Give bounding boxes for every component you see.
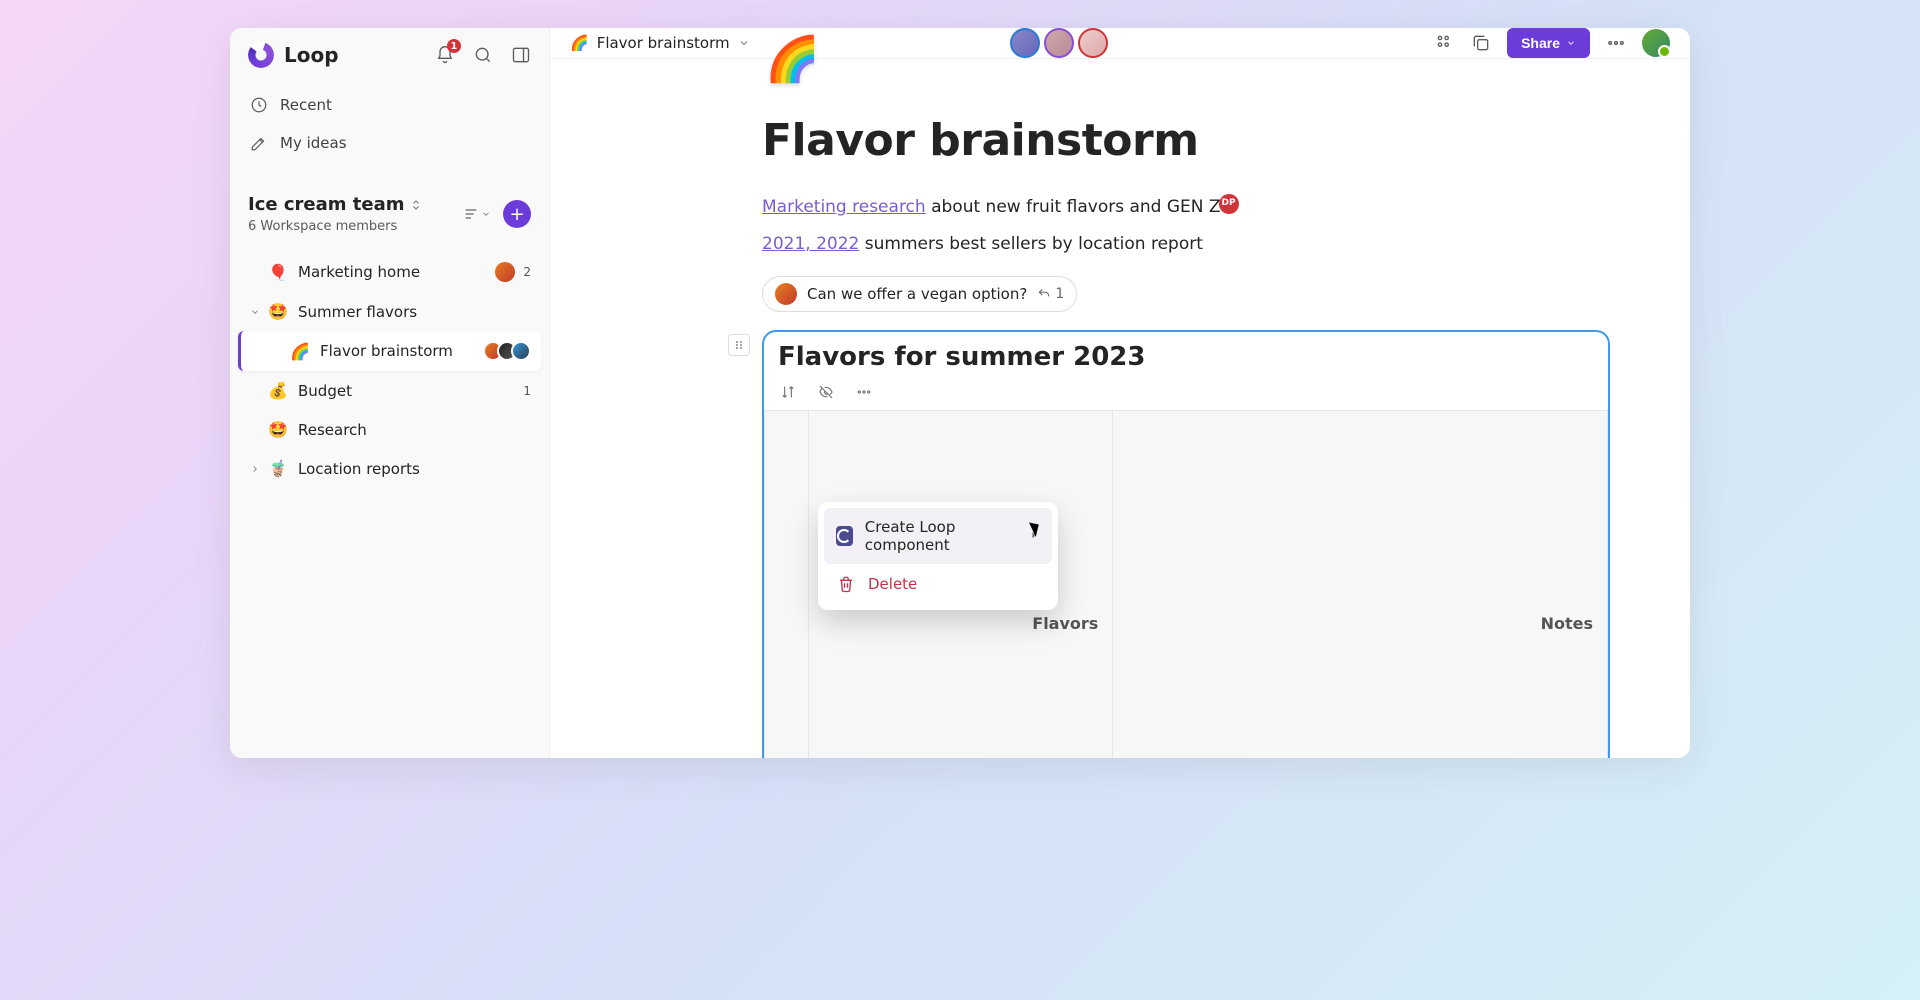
apps-button[interactable] bbox=[1435, 33, 1455, 53]
nav-label: My ideas bbox=[280, 134, 347, 152]
tree-item-budget[interactable]: 💰 Budget 1 bbox=[238, 371, 541, 410]
unread-count: 1 bbox=[523, 384, 531, 398]
panel-toggle-button[interactable] bbox=[511, 45, 531, 65]
grid-icon bbox=[1435, 33, 1455, 53]
page-title[interactable]: Flavor brainstorm bbox=[762, 115, 1610, 166]
chevron-updown-icon bbox=[410, 199, 422, 211]
trash-icon bbox=[836, 574, 856, 594]
page-emoji: 🌈 bbox=[290, 342, 310, 361]
nav-recent[interactable]: Recent bbox=[238, 86, 541, 124]
breadcrumb[interactable]: 🌈 Flavor brainstorm bbox=[570, 34, 750, 52]
page-emoji: 🤩 bbox=[268, 302, 288, 321]
page-label: Location reports bbox=[298, 460, 531, 478]
app-logo[interactable]: Loop bbox=[248, 42, 435, 68]
inline-comment[interactable]: Can we offer a vegan option? 1 bbox=[762, 276, 1077, 312]
ctx-create-loop-component[interactable]: Create Loop component bbox=[824, 508, 1052, 564]
document-body[interactable]: Flavor brainstorm Marketing research abo… bbox=[550, 59, 1690, 758]
ctx-label: Create Loop component bbox=[865, 518, 1016, 554]
notifications-button[interactable]: 1 bbox=[435, 45, 455, 65]
workspace-name: Ice cream team bbox=[248, 194, 404, 215]
share-button[interactable]: Share bbox=[1507, 28, 1590, 58]
page-label: Budget bbox=[298, 382, 513, 400]
page-label: Marketing home bbox=[298, 263, 485, 281]
block-drag-handle[interactable] bbox=[728, 334, 750, 356]
page-emoji: 🧋 bbox=[268, 459, 288, 478]
presence-avatar bbox=[495, 262, 515, 282]
page-emoji: 🤩 bbox=[268, 420, 288, 439]
page-label: Flavor brainstorm bbox=[320, 342, 473, 360]
chevron-down-icon bbox=[738, 37, 750, 49]
workspace-switcher[interactable]: Ice cream team bbox=[248, 194, 463, 215]
page-label: Summer flavors bbox=[298, 303, 531, 321]
loop-logo-icon bbox=[248, 42, 274, 68]
column-header-index[interactable] bbox=[765, 410, 809, 758]
page-tree: 🎈 Marketing home 2 🤩 Summer flavors 🌈 Fl… bbox=[230, 252, 549, 488]
copy-icon bbox=[1471, 33, 1491, 53]
comment-avatar bbox=[775, 283, 797, 305]
tree-item-research[interactable]: 🤩 Research bbox=[238, 410, 541, 449]
unread-count: 2 bbox=[523, 265, 531, 279]
comment-reply-count[interactable]: 1 bbox=[1037, 286, 1064, 302]
ctx-delete[interactable]: Delete bbox=[824, 564, 1052, 604]
breadcrumb-emoji: 🌈 bbox=[570, 34, 589, 52]
account-avatar[interactable] bbox=[1642, 29, 1670, 57]
copy-component-button[interactable] bbox=[1471, 33, 1491, 53]
nav-my-ideas[interactable]: My ideas bbox=[238, 124, 541, 162]
presence-avatars bbox=[483, 341, 531, 361]
loop-component-icon bbox=[836, 526, 853, 546]
component-more-button[interactable] bbox=[854, 382, 874, 402]
chevron-right-icon[interactable] bbox=[248, 462, 262, 476]
chevron-down-icon bbox=[1566, 38, 1576, 48]
page-label: Research bbox=[298, 421, 531, 439]
paragraph[interactable]: Marketing research about new fruit flavo… bbox=[762, 194, 1610, 220]
presence-avatar[interactable] bbox=[1078, 28, 1108, 58]
reply-icon bbox=[1037, 287, 1051, 301]
share-label: Share bbox=[1521, 35, 1560, 51]
page-emoji: 🎈 bbox=[268, 263, 288, 282]
link-marketing-research[interactable]: Marketing research bbox=[762, 197, 926, 217]
sort-icon bbox=[780, 384, 796, 400]
text: summers best sellers by location report bbox=[859, 234, 1203, 254]
sidebar: Loop 1 Recent My bbox=[230, 28, 550, 758]
tree-item-marketing-home[interactable]: 🎈 Marketing home 2 bbox=[238, 252, 541, 292]
link-years[interactable]: 2021, 2022 bbox=[762, 234, 859, 254]
comment-text: Can we offer a vegan option? bbox=[807, 285, 1027, 303]
more-button[interactable] bbox=[1606, 33, 1626, 53]
tree-item-location-reports[interactable]: 🧋 Location reports bbox=[238, 449, 541, 488]
text-lines-icon bbox=[1127, 421, 1532, 758]
chevron-down-icon bbox=[481, 206, 491, 222]
eye-off-icon bbox=[818, 384, 834, 400]
presence-stack[interactable] bbox=[1010, 28, 1108, 58]
notification-badge: 1 bbox=[447, 39, 461, 53]
clock-icon bbox=[250, 96, 268, 114]
more-horizontal-icon bbox=[856, 384, 872, 400]
list-view-toggle[interactable] bbox=[463, 206, 491, 222]
workspace-members-count: 6 Workspace members bbox=[248, 219, 463, 234]
sort-button[interactable] bbox=[778, 382, 798, 402]
search-button[interactable] bbox=[473, 45, 493, 65]
paragraph[interactable]: 2021, 2022 summers best sellers by locat… bbox=[762, 232, 1610, 258]
add-page-button[interactable]: + bbox=[503, 200, 531, 228]
pencil-icon bbox=[250, 134, 268, 152]
breadcrumb-title: Flavor brainstorm bbox=[597, 34, 730, 52]
more-horizontal-icon bbox=[1606, 33, 1626, 53]
ctx-label: Delete bbox=[868, 575, 917, 593]
drag-handle-icon bbox=[733, 339, 745, 351]
presence-avatar[interactable] bbox=[1044, 28, 1074, 58]
tree-item-summer-flavors[interactable]: 🤩 Summer flavors bbox=[238, 292, 541, 331]
main-area: 🌈 Flavor brainstorm Share bbox=[550, 28, 1690, 758]
chevron-down-icon[interactable] bbox=[248, 305, 262, 319]
component-title[interactable]: Flavors for summer 2023 bbox=[778, 342, 1594, 372]
page-emoji: 💰 bbox=[268, 381, 288, 400]
text: about new fruit flavors and GEN Z bbox=[926, 197, 1221, 217]
presence-avatar[interactable] bbox=[1010, 28, 1040, 58]
visibility-button[interactable] bbox=[816, 382, 836, 402]
context-menu: Create Loop component Delete bbox=[818, 502, 1058, 610]
column-header-notes[interactable]: Notes bbox=[1113, 410, 1608, 758]
tree-item-flavor-brainstorm[interactable]: 🌈 Flavor brainstorm bbox=[238, 331, 541, 371]
collaborator-cursor-badge: DP bbox=[1219, 194, 1239, 214]
app-name: Loop bbox=[284, 43, 339, 67]
nav-label: Recent bbox=[280, 96, 332, 114]
topbar: 🌈 Flavor brainstorm Share bbox=[550, 28, 1690, 59]
